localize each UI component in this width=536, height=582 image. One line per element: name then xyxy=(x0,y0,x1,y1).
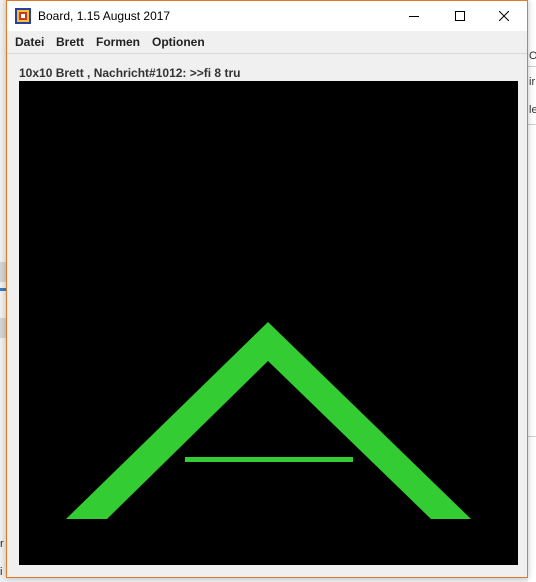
horizontal-bar-shape xyxy=(185,457,353,462)
background-divider xyxy=(528,436,536,437)
window-title: Board, 1.15 August 2017 xyxy=(38,9,171,23)
menu-brett[interactable]: Brett xyxy=(56,35,84,49)
background-text-left-1: r xyxy=(0,538,4,550)
close-button[interactable] xyxy=(481,1,527,31)
minimize-button[interactable] xyxy=(391,1,437,31)
board-drawing xyxy=(66,322,471,519)
background-text-right-2: ir xyxy=(529,76,536,88)
chevron-shape xyxy=(66,322,471,519)
java-app-icon xyxy=(15,8,31,24)
background-text-right-1: O xyxy=(529,50,536,62)
menu-formen[interactable]: Formen xyxy=(96,35,140,49)
menu-bar: Datei Brett Formen Optionen xyxy=(7,31,527,53)
minimize-icon xyxy=(409,16,419,17)
menu-datei[interactable]: Datei xyxy=(15,35,44,49)
desktop: O ir le r i 10) Board, 1.15 August 2017 xyxy=(0,0,536,582)
menu-optionen[interactable]: Optionen xyxy=(152,35,205,49)
background-text-right-3: le xyxy=(529,104,536,116)
background-divider xyxy=(528,124,536,125)
maximize-button[interactable] xyxy=(437,1,483,31)
board-canvas[interactable] xyxy=(19,81,518,565)
close-icon xyxy=(499,11,509,21)
menu-separator xyxy=(7,53,527,54)
board-window: Board, 1.15 August 2017 Datei Brett Form… xyxy=(6,0,528,578)
board-status-text: 10x10 Brett , Nachricht#1012: >>fi 8 tru xyxy=(19,66,241,80)
title-bar[interactable]: Board, 1.15 August 2017 xyxy=(7,1,527,31)
background-divider xyxy=(528,66,536,67)
maximize-icon xyxy=(455,11,465,21)
